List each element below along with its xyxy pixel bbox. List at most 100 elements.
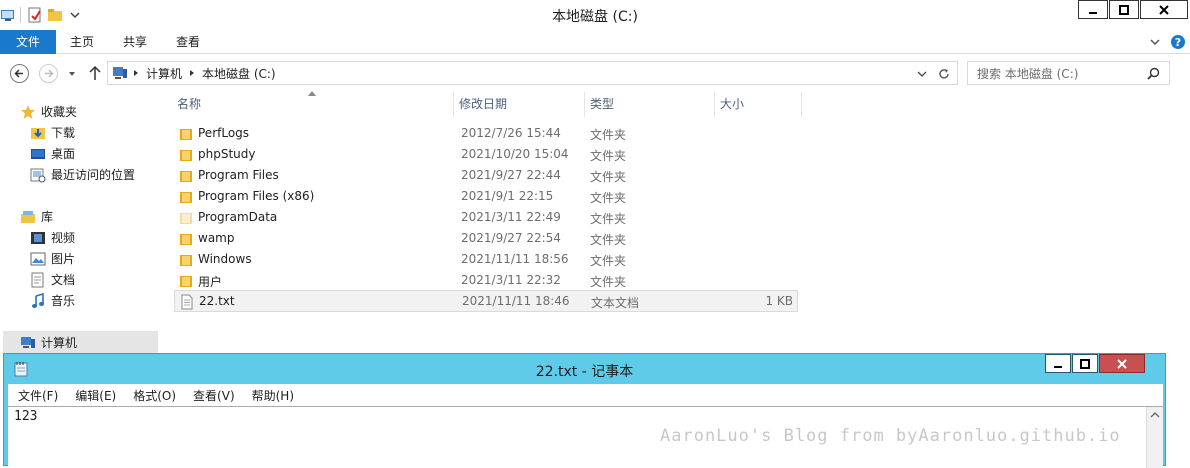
computer-icon (113, 67, 127, 79)
forward-arrow-icon (45, 69, 54, 78)
expand-ribbon-icon[interactable] (1148, 35, 1162, 49)
nav-pictures[interactable]: 图片 (30, 248, 75, 269)
file-type: 文件夹 (590, 170, 627, 184)
notepad-window-controls (1044, 354, 1145, 373)
file-type: 文件夹 (590, 191, 627, 205)
recent-locations-icon[interactable] (67, 69, 77, 79)
nav-favorites-label: 收藏夹 (41, 105, 78, 119)
folder-icon (180, 129, 192, 140)
file-row[interactable]: ProgramData 2021/3/11 22:49 文件夹 (174, 207, 798, 228)
file-date: 2021/9/27 22:44 (461, 168, 561, 182)
nav-libraries[interactable]: 库 (20, 206, 53, 227)
folder-icon (180, 234, 192, 245)
nav-videos[interactable]: 视频 (30, 227, 75, 248)
refresh-icon[interactable] (938, 68, 950, 80)
file-date: 2021/3/11 22:49 (461, 210, 561, 224)
menu-help[interactable]: 帮助(H) (242, 387, 301, 404)
file-size: 1 KB (765, 294, 793, 308)
notepad-minimize-button[interactable] (1045, 354, 1071, 373)
file-name: ProgramData (198, 210, 278, 224)
nav-recent-places[interactable]: 最近访问的位置 (30, 164, 135, 185)
file-date: 2021/11/11 18:56 (461, 252, 569, 266)
folder-icon (180, 255, 192, 266)
music-icon (32, 292, 44, 308)
tab-home[interactable]: 主页 (56, 30, 108, 54)
vertical-scrollbar[interactable] (1146, 407, 1163, 468)
menu-file[interactable]: 文件(F) (8, 387, 65, 404)
file-row[interactable]: Windows 2021/11/11 18:56 文件夹 (174, 249, 798, 270)
menu-edit[interactable]: 编辑(E) (65, 387, 123, 404)
column-size-label: 大小 (720, 97, 745, 111)
file-row[interactable]: wamp 2021/9/27 22:54 文件夹 (174, 228, 798, 249)
folder-icon (180, 192, 192, 203)
file-type: 文件夹 (590, 254, 627, 268)
maximize-icon (1119, 4, 1129, 15)
libraries-icon (21, 210, 35, 223)
column-header-size[interactable]: 大小 (716, 92, 802, 117)
notepad-close-button[interactable] (1099, 354, 1145, 373)
breadcrumb-local-disk[interactable]: 本地磁盘 (C:) (202, 65, 276, 82)
minimize-icon (1089, 11, 1097, 14)
address-dropdown-icon[interactable] (917, 69, 927, 79)
file-name: wamp (198, 231, 235, 245)
search-box[interactable]: 搜索 本地磁盘 (C:) (967, 61, 1170, 85)
computer-icon (21, 336, 35, 348)
up-arrow-icon[interactable] (88, 65, 102, 81)
search-icon (1147, 67, 1160, 80)
menu-format[interactable]: 格式(O) (123, 387, 183, 404)
file-row[interactable]: 用户 2021/3/11 22:32 文件夹 (174, 270, 798, 291)
scroll-up-icon[interactable] (1147, 409, 1163, 421)
nav-desktop-label: 桌面 (51, 147, 76, 161)
close-icon (1117, 358, 1127, 369)
nav-favorites[interactable]: 收藏夹 (20, 101, 77, 122)
back-button[interactable] (10, 64, 29, 83)
back-arrow-icon (14, 69, 23, 78)
notepad-content: 123 (14, 409, 38, 424)
file-row[interactable]: Program Files (x86) 2021/9/1 22:15 文件夹 (174, 186, 798, 207)
window-title: 本地磁盘 (C:) (552, 9, 638, 25)
column-header-date[interactable]: 修改日期 (455, 92, 585, 117)
help-icon[interactable]: ? (1170, 34, 1186, 50)
file-date: 2021/9/27 22:54 (461, 231, 561, 245)
nav-documents[interactable]: 文档 (30, 269, 75, 290)
nav-libraries-label: 库 (41, 210, 54, 224)
column-header-type[interactable]: 类型 (586, 92, 715, 117)
file-row[interactable]: Program Files 2021/9/27 22:44 文件夹 (174, 165, 798, 186)
nav-pictures-label: 图片 (51, 252, 76, 266)
menu-view[interactable]: 查看(V) (183, 387, 242, 404)
file-row[interactable]: PerfLogs 2012/7/26 15:44 文件夹 (174, 123, 798, 144)
nav-downloads[interactable]: 下载 (30, 122, 75, 143)
text-file-icon (181, 294, 193, 310)
notepad-maximize-button[interactable] (1072, 354, 1098, 373)
minimize-button[interactable] (1078, 0, 1108, 19)
file-name: phpStudy (198, 147, 256, 161)
file-name: Program Files (198, 168, 279, 182)
close-button[interactable] (1140, 0, 1188, 19)
nav-desktop[interactable]: 桌面 (30, 143, 75, 164)
window-controls (1077, 0, 1188, 19)
downloads-icon (31, 127, 45, 139)
address-bar[interactable]: 计算机 本地磁盘 (C:) (107, 61, 958, 85)
nav-computer[interactable]: 计算机 (20, 332, 77, 353)
file-row[interactable]: phpStudy 2021/10/20 15:04 文件夹 (174, 144, 798, 165)
maximize-button[interactable] (1109, 0, 1139, 19)
tab-share[interactable]: 共享 (109, 30, 161, 54)
file-date: 2021/3/11 22:32 (461, 273, 561, 287)
file-name: Program Files (x86) (198, 189, 315, 203)
ribbon-controls: ? (1148, 34, 1186, 50)
breadcrumb-computer[interactable]: 计算机 (146, 65, 182, 82)
file-row-selected[interactable]: 22.txt 2021/11/11 18:46 文本文档 1 KB (174, 290, 798, 312)
forward-button[interactable] (39, 64, 58, 83)
folder-icon (180, 276, 192, 287)
tab-view[interactable]: 查看 (162, 30, 214, 54)
chevron-right-icon (134, 70, 138, 76)
file-type: 文件夹 (590, 212, 627, 226)
nav-music-label: 音乐 (51, 294, 76, 308)
search-placeholder: 搜索 本地磁盘 (C:) (977, 66, 1079, 81)
tab-file[interactable]: 文件 (0, 30, 56, 54)
maximize-icon (1080, 358, 1090, 369)
file-date: 2021/9/1 22:15 (461, 189, 554, 203)
nav-music[interactable]: 音乐 (30, 290, 75, 311)
svg-text:?: ? (1175, 36, 1181, 49)
nav-documents-label: 文档 (51, 273, 76, 287)
